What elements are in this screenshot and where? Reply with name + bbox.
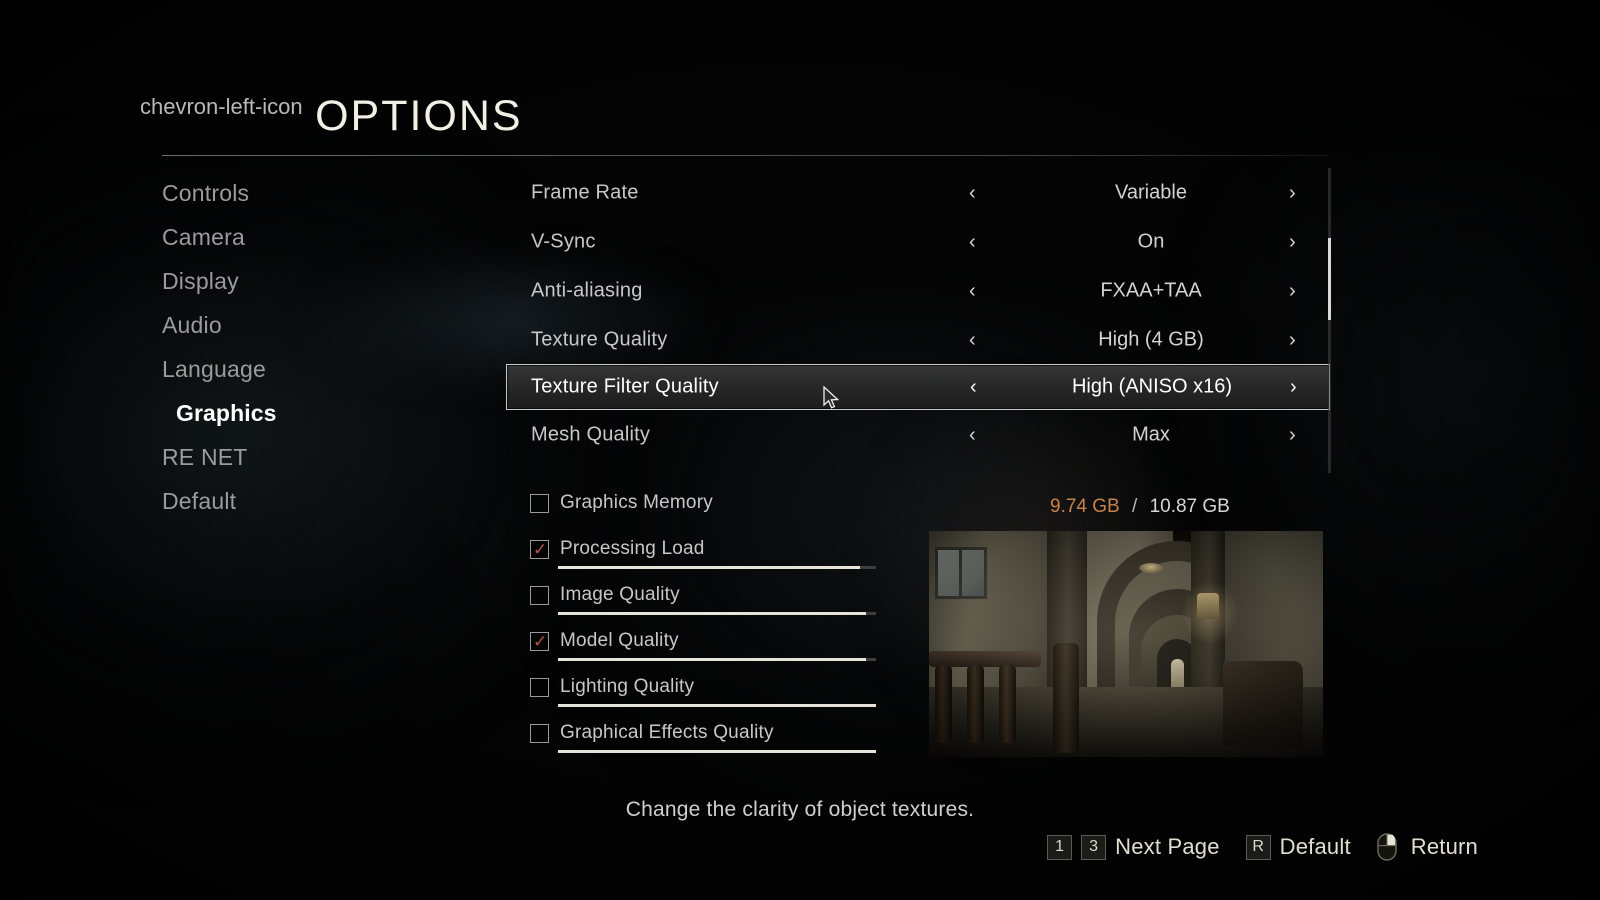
setting-label: Anti-aliasing <box>531 279 643 301</box>
setting-row[interactable]: Texture Quality ‹ High (4 GB) › <box>506 315 1330 364</box>
settings-scrollbar-thumb[interactable] <box>1328 238 1331 320</box>
setting-value: High (ANISO x16) <box>1071 375 1233 398</box>
checkbox-image-quality[interactable] <box>530 586 549 605</box>
checkbox-graphical-effects-quality[interactable] <box>530 724 549 743</box>
sidebar-item-audio[interactable]: Audio <box>162 304 462 348</box>
setting-description: Change the clarity of object textures. <box>625 798 975 821</box>
meter-bar <box>558 704 876 707</box>
chevron-right-icon[interactable]: › <box>1289 330 1296 350</box>
settings-scrollbar[interactable] <box>1328 168 1331 473</box>
chevron-left-icon[interactable]: ‹ <box>970 377 977 397</box>
chevron-left-icon[interactable]: ‹ <box>969 425 976 445</box>
meter-bar-fill <box>558 658 867 661</box>
button-prompt-bar: 1 3 Next Page R Default Return <box>1047 833 1504 861</box>
checkbox-lighting-quality[interactable] <box>530 678 549 697</box>
setting-label: Texture Quality <box>531 328 668 350</box>
checkbox-processing-load[interactable]: ✓ <box>530 540 549 559</box>
prompt-label: Return <box>1410 834 1478 859</box>
sidebar-item-default[interactable]: Default <box>162 480 462 524</box>
chevron-right-icon[interactable]: › <box>1290 377 1297 397</box>
setting-label: V-Sync <box>531 230 596 252</box>
graphics-memory-readout: 9.74 GB / 10.87 GB <box>1050 496 1230 518</box>
check-icon: ✓ <box>533 540 548 559</box>
meter-item: ✓ Model Quality <box>506 626 926 672</box>
performance-meters: Graphics Memory ✓ Processing Load Image Qua… <box>506 488 926 764</box>
meter-bar-fill <box>558 612 867 615</box>
header-divider <box>162 155 1329 156</box>
chevron-right-icon[interactable]: › <box>1289 281 1296 301</box>
memory-separator: / <box>1132 496 1138 517</box>
setting-label: Texture Filter Quality <box>531 375 719 398</box>
setting-row-selected[interactable]: Texture Filter Quality ‹ High (ANISO x16) › <box>506 364 1330 410</box>
key-badge-1[interactable]: 1 <box>1047 834 1073 860</box>
setting-value: Max <box>1132 423 1170 445</box>
sidebar-item-display[interactable]: Display <box>162 260 462 304</box>
preview-color-grade <box>929 531 1323 757</box>
chevron-right-icon[interactable]: › <box>1289 232 1296 252</box>
setting-value: High (4 GB) <box>1098 328 1204 350</box>
checkbox-graphics-memory[interactable] <box>530 494 549 513</box>
options-sidebar: Controls Camera Display Audio Language Graphi… <box>162 172 462 524</box>
meter-item: ✓ Processing Load <box>506 534 926 580</box>
chevron-right-icon[interactable]: › <box>1289 183 1296 203</box>
meter-label: Image Quality <box>560 584 680 605</box>
meter-bar-fill <box>558 750 876 753</box>
chevron-left-icon[interactable]: ‹ <box>969 183 976 203</box>
meter-item: Image Quality <box>506 580 926 626</box>
meter-bar <box>558 612 876 615</box>
graphics-preview-image <box>929 531 1323 757</box>
graphics-settings-list: Frame Rate ‹ Variable › V-Sync ‹ On › Anti-alias… <box>506 168 1330 473</box>
key-badge-R[interactable]: R <box>1245 834 1271 860</box>
setting-row[interactable]: V-Sync ‹ On › <box>506 217 1330 266</box>
memory-total-value: 10.87 GB <box>1149 496 1230 517</box>
meter-bar-fill <box>558 704 876 707</box>
checkbox-model-quality[interactable]: ✓ <box>530 632 549 651</box>
setting-value: FXAA+TAA <box>1100 279 1202 301</box>
meter-label: Graphics Memory <box>560 492 713 513</box>
page-title: OPTIONS <box>315 92 523 140</box>
meter-label: Graphical Effects Quality <box>560 722 774 743</box>
setting-label: Frame Rate <box>531 181 639 203</box>
page-header: chevron-left-icon OPTIONS <box>140 92 1330 156</box>
sidebar-item-controls[interactable]: Controls <box>162 172 462 216</box>
chevron-left-icon[interactable]: chevron-left-icon <box>140 95 303 118</box>
meter-label: Lighting Quality <box>560 676 695 697</box>
check-icon: ✓ <box>533 632 548 651</box>
chevron-left-icon[interactable]: ‹ <box>969 281 976 301</box>
meter-bar <box>558 750 876 753</box>
prompt-label: Next Page <box>1115 834 1220 859</box>
setting-label: Mesh Quality <box>531 423 651 445</box>
meter-bar <box>558 658 876 661</box>
memory-used-value: 9.74 GB <box>1050 496 1120 517</box>
mouse-right-button-icon[interactable] <box>1377 833 1397 861</box>
meter-label: Processing Load <box>560 538 705 559</box>
meter-item: Graphical Effects Quality <box>506 718 926 764</box>
setting-value: On <box>1137 230 1165 252</box>
chevron-left-icon[interactable]: ‹ <box>969 232 976 252</box>
setting-row[interactable]: Mesh Quality ‹ Max › <box>506 410 1330 459</box>
sidebar-item-graphics[interactable]: Graphics <box>162 392 462 436</box>
meter-bar-fill <box>558 566 861 569</box>
meter-item: Lighting Quality <box>506 672 926 718</box>
sidebar-item-re-net[interactable]: RE NET <box>162 436 462 480</box>
prompt-label: Default <box>1279 834 1351 859</box>
chevron-right-icon[interactable]: › <box>1289 425 1296 445</box>
chevron-left-icon[interactable]: ‹ <box>969 330 976 350</box>
mouse-cursor <box>823 385 841 410</box>
setting-row[interactable]: Anti-aliasing ‹ FXAA+TAA › <box>506 266 1330 315</box>
meter-item: Graphics Memory <box>506 488 926 534</box>
sidebar-item-camera[interactable]: Camera <box>162 216 462 260</box>
meter-label: Model Quality <box>560 630 679 651</box>
sidebar-item-language[interactable]: Language <box>162 348 462 392</box>
key-badge-3[interactable]: 3 <box>1081 834 1107 860</box>
meter-bar <box>558 566 876 569</box>
setting-value: Variable <box>1115 181 1187 203</box>
setting-row[interactable]: Frame Rate ‹ Variable › <box>506 168 1330 217</box>
